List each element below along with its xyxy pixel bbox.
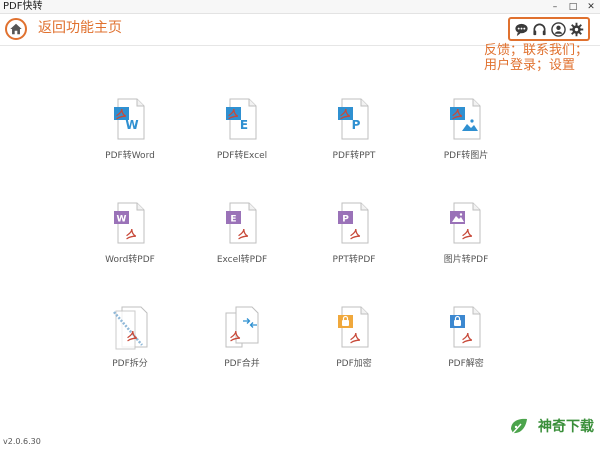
pdf-document-icon: P [338,202,369,244]
function-tile-label: Excel转PDF [216,255,268,265]
function-tile[interactable]: W PDF转Word [85,95,175,175]
minimize-button[interactable]: – [548,0,562,14]
function-tile-label: Word转PDF [105,255,155,265]
pdf-document-icon [450,306,481,348]
function-tile[interactable]: E PDF转Excel [197,95,287,175]
toolbar-annotation-line2: 用户登录；设置 [484,58,576,73]
svg-text:E: E [230,215,236,225]
function-tile[interactable]: P PPT转PDF [309,199,399,279]
headset-icon[interactable] [532,21,548,37]
function-tile-label: PDF转图片 [443,151,489,161]
function-tile[interactable]: E Excel转PDF [197,199,287,279]
function-tile-label: PDF转Word [105,151,155,161]
watermark-leaf-icon [504,412,534,442]
svg-text:W: W [117,215,127,225]
home-button[interactable] [5,18,27,40]
function-tile-label: PDF加密 [336,359,372,369]
pdf-document-icon [225,306,259,348]
toolbar-actions [508,17,590,41]
close-button[interactable]: ✕ [584,0,598,14]
function-tile-label: PDF转Excel [216,151,268,161]
function-tile[interactable]: PDF合并 [197,303,287,383]
home-icon [10,23,22,35]
function-tile[interactable]: W Word转PDF [85,199,175,279]
function-tile[interactable]: PDF拆分 [85,303,175,383]
svg-text:W: W [125,118,138,132]
toolbar-annotation-line1: 反馈；联系我们； [484,43,589,58]
pdf-document-icon: E [226,202,257,244]
function-tile-label: 图片转PDF [443,255,489,265]
svg-text:E: E [240,118,248,132]
function-tile[interactable]: PDF转图片 [421,95,511,175]
function-tile-label: PPT转PDF [332,255,376,265]
svg-text:P: P [342,215,349,225]
function-tile-label: PDF解密 [448,359,484,369]
pdf-document-icon: P [338,98,369,140]
pdf-document-icon [450,202,481,244]
maximize-button[interactable]: □ [566,0,580,14]
watermark-logo: 神奇下载 [504,411,596,443]
gear-icon[interactable] [569,21,585,37]
function-tile[interactable]: PDF解密 [421,303,511,383]
user-icon[interactable] [550,21,566,37]
function-tile-label: PDF合并 [224,359,260,369]
function-tile[interactable]: 图片转PDF [421,199,511,279]
home-annotation: 返回功能主页 [38,20,122,36]
pdf-document-icon [338,306,369,348]
window-title: PDF快转 [3,1,43,12]
pdf-document-icon [113,306,148,350]
watermark-text: 神奇下载 [538,419,594,435]
title-bar: PDF快转 – □ ✕ [0,0,600,14]
svg-text:P: P [352,118,361,132]
version-label: v2.0.6.30 [3,437,41,446]
chat-icon[interactable] [513,21,529,37]
pdf-document-icon: W [114,202,145,244]
pdf-document-icon [450,98,481,140]
function-tile-label: PDF拆分 [112,359,148,369]
function-tile[interactable]: P PDF转PPT [309,95,399,175]
function-tile[interactable]: PDF加密 [309,303,399,383]
pdf-document-icon: W [114,98,145,140]
function-tile-label: PDF转PPT [332,151,376,161]
pdf-document-icon: E [226,98,257,140]
